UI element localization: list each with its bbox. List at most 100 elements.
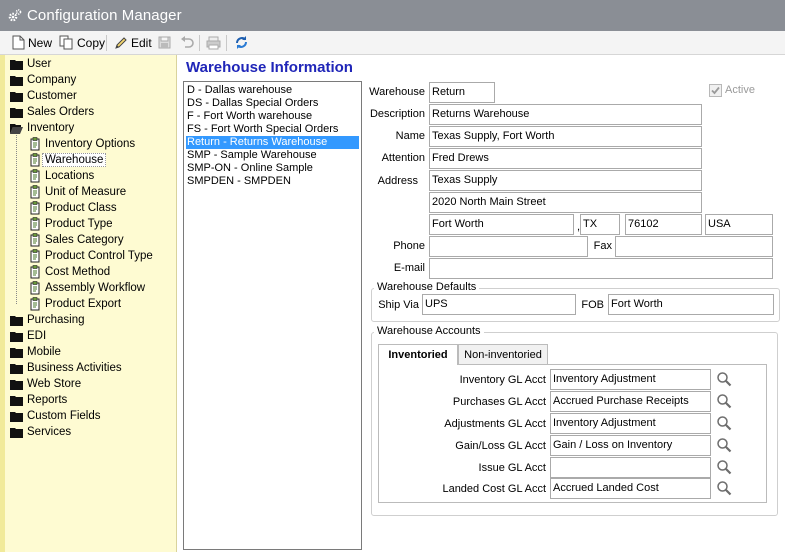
new-button[interactable]: New	[12, 33, 52, 52]
tree-item-sales-category[interactable]: Sales Category	[30, 232, 124, 248]
tree-item-label: Locations	[45, 170, 95, 182]
edit-button[interactable]: Edit	[114, 33, 152, 52]
tree-item-mobile[interactable]: Mobile	[10, 344, 61, 360]
tree-item-product-control-type[interactable]: Product Control Type	[30, 248, 153, 264]
city-field[interactable]: Fort Worth	[429, 214, 574, 235]
undo-button[interactable]	[180, 33, 197, 52]
search-icon[interactable]	[716, 415, 732, 431]
tab-non-inventoried[interactable]: Non-inventoried	[458, 344, 548, 364]
active-checkbox[interactable]	[709, 84, 722, 97]
open-folder-icon	[10, 123, 23, 134]
warehouse-code-field[interactable]: Return	[429, 82, 495, 103]
search-icon[interactable]	[716, 437, 732, 453]
list-item[interactable]: D - Dallas warehouse	[186, 84, 359, 97]
gain-loss-gl-field[interactable]: Gain / Loss on Inventory	[550, 435, 711, 456]
inventory-gl-field[interactable]: Inventory Adjustment	[550, 369, 711, 390]
tree-item-web-store[interactable]: Web Store	[10, 376, 81, 392]
fax-field[interactable]	[615, 236, 773, 257]
refresh-button[interactable]	[234, 33, 252, 52]
description-field[interactable]: Returns Warehouse	[429, 104, 702, 125]
tree-item-label: Product Export	[45, 298, 122, 310]
document-icon	[30, 265, 40, 279]
warehouse-list[interactable]: D - Dallas warehouse DS - Dallas Special…	[183, 81, 362, 550]
tree-item-purchasing[interactable]: Purchasing	[10, 312, 85, 328]
landed-cost-gl-label: Landed Cost GL Acct	[442, 483, 546, 495]
search-icon[interactable]	[716, 371, 732, 387]
country-field[interactable]: USA	[705, 214, 773, 235]
tree-item-product-type[interactable]: Product Type	[30, 216, 113, 232]
email-label: E-mail	[393, 262, 425, 274]
save-icon	[158, 36, 171, 49]
document-icon	[30, 185, 40, 199]
search-icon[interactable]	[716, 393, 732, 409]
list-item[interactable]: SMP-ON - Online Sample	[186, 162, 359, 175]
tree-item-inventory[interactable]: Inventory	[10, 120, 74, 136]
list-item[interactable]: DS - Dallas Special Orders	[186, 97, 359, 110]
toolbar-separator	[199, 35, 200, 51]
state-field[interactable]: TX	[580, 214, 620, 235]
name-label: Name	[395, 130, 425, 142]
title-bar: Configuration Manager	[0, 0, 785, 31]
tree-item-label: Web Store	[27, 378, 82, 390]
print-button[interactable]	[206, 33, 224, 52]
email-field[interactable]	[429, 258, 773, 279]
tree-item-reports[interactable]: Reports	[10, 392, 67, 408]
tree-item-company[interactable]: Company	[10, 72, 76, 88]
tree-item-locations[interactable]: Locations	[30, 168, 94, 184]
save-button[interactable]	[158, 33, 174, 52]
tree-item-business-activities[interactable]: Business Activities	[10, 360, 122, 376]
active-label: Active	[725, 84, 755, 96]
purchases-gl-field[interactable]: Accrued Purchase Receipts	[550, 391, 711, 412]
tree-item-label: Product Type	[45, 218, 113, 230]
tree-item-user[interactable]: User	[10, 56, 51, 72]
tree-item-services[interactable]: Services	[10, 424, 71, 440]
new-button-label: New	[28, 35, 53, 50]
new-document-icon	[12, 35, 25, 50]
adjustments-gl-field[interactable]: Inventory Adjustment	[550, 413, 711, 434]
search-icon[interactable]	[716, 480, 732, 496]
ship-via-field[interactable]: UPS	[422, 294, 576, 315]
tree-item-warehouse[interactable]: Warehouse	[30, 152, 107, 168]
address-line2-field[interactable]: 2020 North Main Street	[429, 192, 702, 213]
page-title: Warehouse Information	[186, 59, 353, 76]
tree-item-inventory-options[interactable]: Inventory Options	[30, 136, 135, 152]
tree-item-product-class[interactable]: Product Class	[30, 200, 117, 216]
copy-button-label: Copy	[77, 35, 106, 50]
phone-field[interactable]	[429, 236, 588, 257]
tree-item-label: Inventory Options	[45, 138, 136, 150]
gear-icon	[8, 9, 22, 22]
attention-field[interactable]: Fred Drews	[429, 148, 702, 169]
address-line1-field[interactable]: Texas Supply	[429, 170, 702, 191]
tree-item-assembly-workflow[interactable]: Assembly Workflow	[30, 280, 145, 296]
warehouse-defaults-legend: Warehouse Defaults	[374, 281, 480, 293]
tree-item-customer[interactable]: Customer	[10, 88, 77, 104]
zip-field[interactable]: 76102	[625, 214, 702, 235]
tree-item-label: Company	[27, 74, 77, 86]
tree-item-cost-method[interactable]: Cost Method	[30, 264, 110, 280]
tree-item-product-export[interactable]: Product Export	[30, 296, 121, 312]
tree-item-label: Customer	[27, 90, 77, 102]
issue-gl-field[interactable]	[550, 457, 711, 478]
document-icon	[30, 169, 40, 183]
tab-inventoried[interactable]: Inventoried	[378, 344, 458, 365]
description-label: Description	[369, 108, 425, 120]
copy-button[interactable]: Copy	[59, 33, 105, 52]
folder-icon	[10, 315, 23, 326]
list-item-selected[interactable]: Return - Returns Warehouse	[186, 136, 359, 149]
search-icon[interactable]	[716, 459, 732, 475]
list-item[interactable]: SMP - Sample Warehouse	[186, 149, 359, 162]
name-field[interactable]: Texas Supply, Fort Worth	[429, 126, 702, 147]
tree-item-custom-fields[interactable]: Custom Fields	[10, 408, 101, 424]
fax-label: Fax	[593, 240, 612, 252]
folder-icon	[10, 347, 23, 358]
refresh-icon	[236, 36, 247, 49]
tree-item-label: Business Activities	[27, 362, 122, 374]
tree-item-edi[interactable]: EDI	[10, 328, 46, 344]
list-item[interactable]: SMPDEN - SMPDEN	[186, 175, 359, 188]
list-item[interactable]: F - Fort Worth warehouse	[186, 110, 359, 123]
landed-cost-gl-field[interactable]: Accrued Landed Cost	[550, 478, 711, 499]
list-item[interactable]: FS - Fort Worth Special Orders	[186, 123, 359, 136]
fob-field[interactable]: Fort Worth	[608, 294, 774, 315]
tree-item-sales-orders[interactable]: Sales Orders	[10, 104, 94, 120]
tree-item-unit-of-measure[interactable]: Unit of Measure	[30, 184, 126, 200]
